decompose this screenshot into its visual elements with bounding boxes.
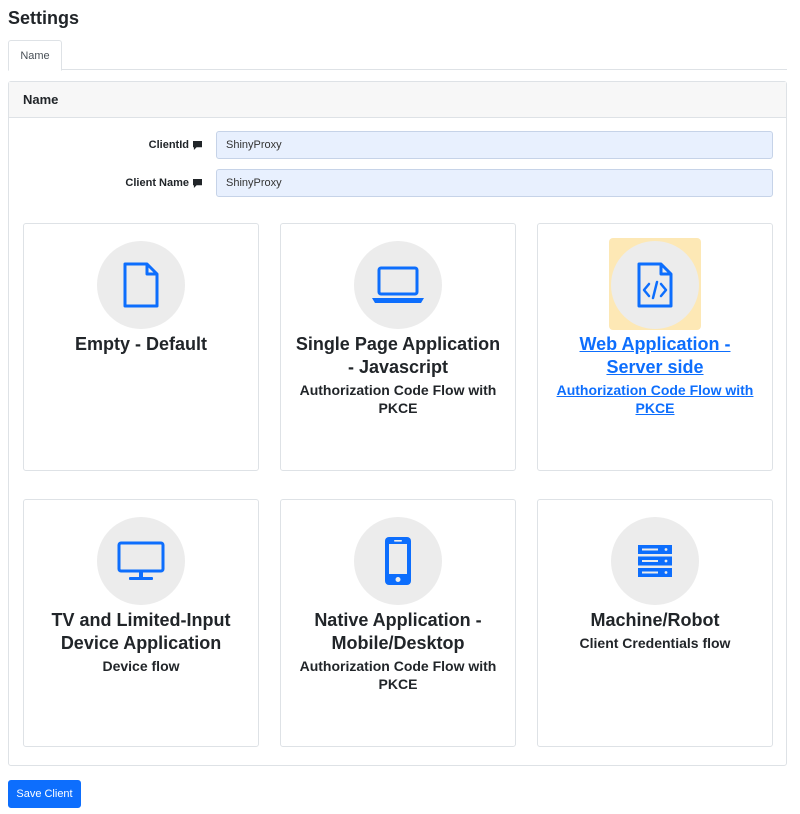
tab-name[interactable]: Name	[8, 40, 62, 71]
client-name-input[interactable]	[216, 169, 773, 197]
client-type-empty-default[interactable]: Empty - Default	[23, 223, 259, 471]
name-card: Name ClientId Client Name Empty - Defaul…	[8, 81, 787, 766]
client-type-subtitle: Authorization Code Flow with PKCE	[299, 658, 497, 692]
client-type-subtitle: Client Credentials flow	[579, 635, 731, 651]
client-type-native-application[interactable]: Native Application - Mobile/Desktop Auth…	[280, 499, 516, 747]
save-client-button[interactable]: Save Client	[8, 780, 81, 808]
card-header: Name	[9, 82, 786, 118]
client-id-row: ClientId	[9, 131, 786, 159]
client-type-web-application[interactable]: Web Application - Server side Authorizat…	[537, 223, 773, 471]
monitor-icon	[117, 541, 165, 580]
comment-icon[interactable]	[193, 140, 202, 150]
client-type-title: Machine/Robot	[590, 610, 720, 630]
laptop-icon	[372, 266, 424, 303]
client-type-subtitle: Authorization Code Flow with PKCE	[299, 382, 497, 416]
phone-icon	[385, 537, 411, 585]
client-id-label: ClientId	[148, 139, 189, 151]
client-type-tv-limited-input[interactable]: TV and Limited-Input Device Application …	[23, 499, 259, 747]
client-type-spa[interactable]: Single Page Application - Javascript Aut…	[280, 223, 516, 471]
tab-bar: Name	[8, 40, 787, 71]
comment-icon[interactable]	[193, 178, 202, 188]
page-title: Settings	[8, 8, 80, 28]
client-type-title: Web Application - Server side	[579, 334, 731, 377]
client-type-subtitle: Authorization Code Flow with PKCE	[556, 382, 754, 416]
client-id-input[interactable]	[216, 131, 773, 159]
client-name-row: Client Name	[9, 169, 786, 197]
client-type-title: Single Page Application - Javascript	[295, 334, 501, 377]
client-type-machine-robot[interactable]: Machine/Robot Client Credentials flow	[537, 499, 773, 747]
client-name-label: Client Name	[125, 177, 189, 189]
client-type-title: Empty - Default	[74, 334, 207, 354]
server-icon	[638, 545, 672, 577]
client-type-title: TV and Limited-Input Device Application	[51, 610, 231, 653]
file-icon	[123, 262, 159, 308]
client-type-title: Native Application - Mobile/Desktop	[314, 610, 482, 653]
client-type-subtitle: Device flow	[102, 658, 180, 674]
file-code-icon	[637, 262, 673, 308]
